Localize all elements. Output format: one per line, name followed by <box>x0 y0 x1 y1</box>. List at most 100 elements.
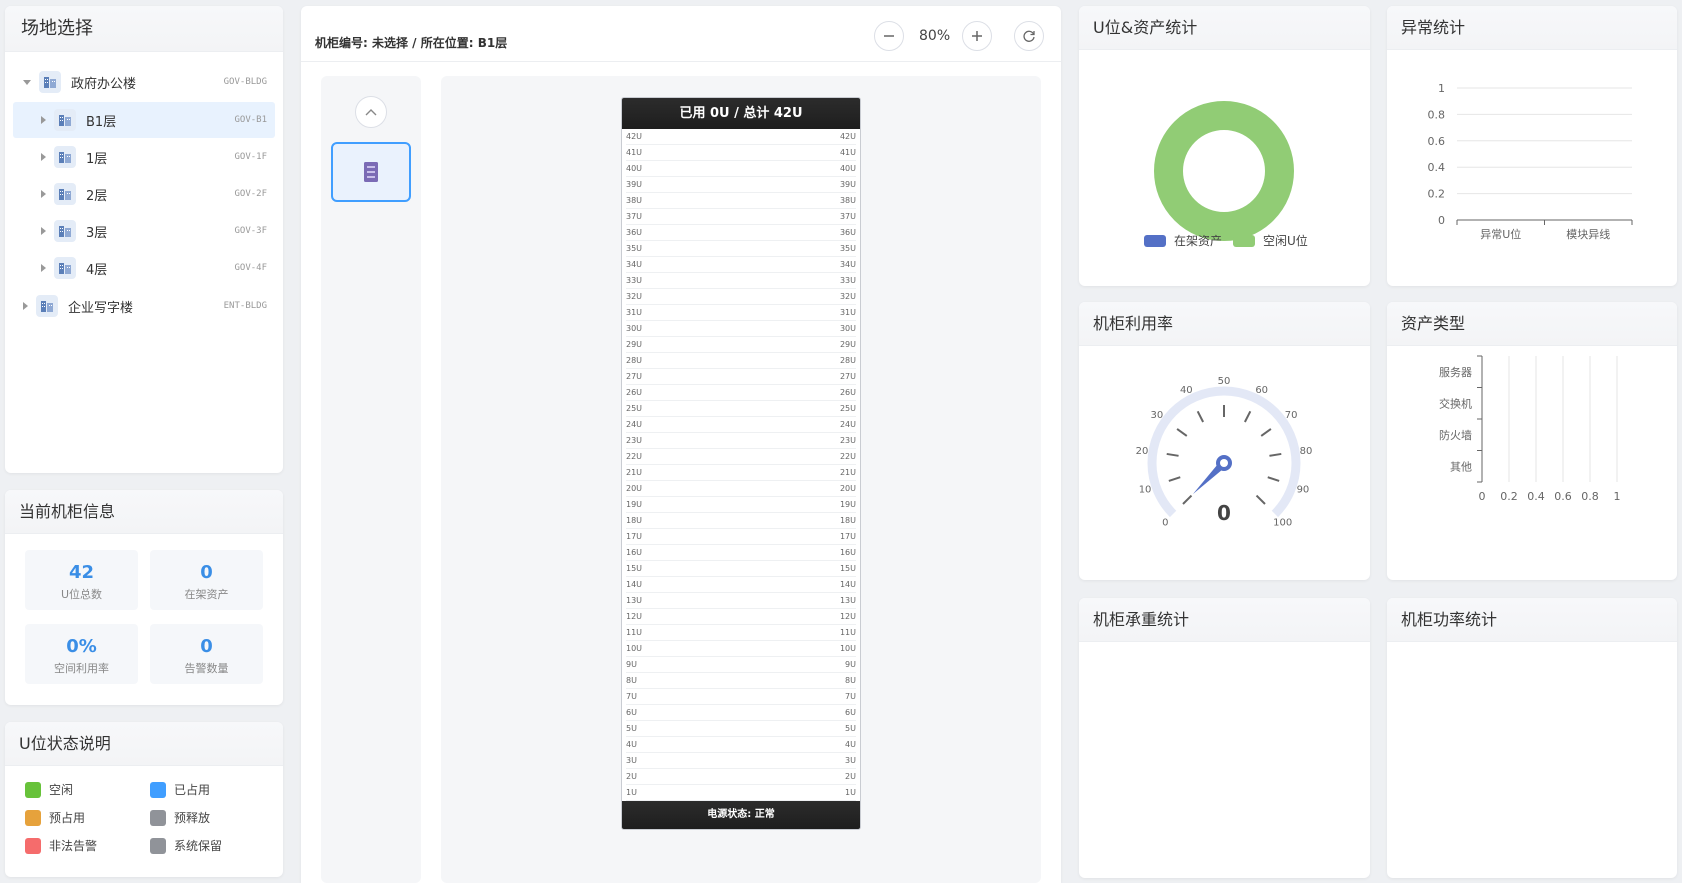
rack-u-slot[interactable]: 24U 24U <box>626 417 856 433</box>
zoom-in-button[interactable] <box>962 21 992 51</box>
rack-u-slot[interactable]: 31U 31U <box>626 305 856 321</box>
rack-u-slot[interactable]: 23U 23U <box>626 433 856 449</box>
u-status-title: U位状态说明 <box>5 722 283 766</box>
zoom-level: 80% <box>919 28 951 44</box>
rack-u-slot[interactable]: 41U 41U <box>626 145 856 161</box>
site-panel-title: 场地选择 <box>5 6 283 52</box>
rack-u-slot[interactable]: 39U 39U <box>626 177 856 193</box>
u-slot-label-left: 24U <box>626 420 643 429</box>
y-tick-label: 0.2 <box>1428 188 1446 201</box>
rack-u-slot[interactable]: 37U 37U <box>626 209 856 225</box>
rack-u-slot[interactable]: 30U 30U <box>626 321 856 337</box>
rack-u-slot[interactable]: 29U 29U <box>626 337 856 353</box>
status-pre-occupied-swatch <box>25 809 41 826</box>
rack-u-slot[interactable]: 14U 14U <box>626 577 856 593</box>
tree-item[interactable]: 3层 GOV-3F <box>13 213 275 249</box>
chevron-up-icon <box>365 109 377 116</box>
rack-u-slot[interactable]: 12U 12U <box>626 609 856 625</box>
rack-u-slot[interactable]: 16U 16U <box>626 545 856 561</box>
rack-u-slot[interactable]: 13U 13U <box>626 593 856 609</box>
caret-right-icon[interactable] <box>41 116 46 124</box>
rack-u-slot[interactable]: 6U 6U <box>626 705 856 721</box>
rack-u-slot[interactable]: 28U 28U <box>626 353 856 369</box>
caret-right-icon[interactable] <box>23 302 28 310</box>
cabinet-toolbar: 机柜编号: 未选择 / 所在位置: B1层 80% <box>301 6 1061 62</box>
refresh-button[interactable] <box>1014 21 1044 51</box>
u-slot-label-left: 27U <box>626 372 643 381</box>
rack-u-slot[interactable]: 8U 8U <box>626 673 856 689</box>
caret-right-icon[interactable] <box>41 190 46 198</box>
status-occupied: 已占用 <box>150 781 210 798</box>
tree-item[interactable]: B1层 GOV-B1 <box>13 102 275 138</box>
rack-u-slot[interactable]: 36U 36U <box>626 225 856 241</box>
rack-u-slot[interactable]: 1U 1U <box>626 785 856 801</box>
caret-right-icon[interactable] <box>41 264 46 272</box>
status-idle-label: 空闲 <box>49 783 74 797</box>
rack-u-slot[interactable]: 19U 19U <box>626 497 856 513</box>
tree-item[interactable]: 2层 GOV-2F <box>13 176 275 212</box>
cabinet-thumbnail[interactable] <box>331 142 411 202</box>
rack-u-slot[interactable]: 26U 26U <box>626 385 856 401</box>
u-slot-label-left: 8U <box>626 676 637 685</box>
u-slot-label-left: 37U <box>626 212 643 221</box>
asset-type-panel: 资产类型 0 0.2 0.4 0.6 0.8 1 服务器 交换机 防火墙 其他 <box>1387 302 1677 580</box>
legend-assets: 在架资产 <box>1144 232 1222 249</box>
rack-u-slot[interactable]: 32U 32U <box>626 289 856 305</box>
gauge-tick <box>1255 494 1266 505</box>
u-slot-label-left: 23U <box>626 436 643 445</box>
rack-u-slot[interactable]: 27U 27U <box>626 369 856 385</box>
rack-u-slot[interactable]: 21U 21U <box>626 465 856 481</box>
scroll-up-button[interactable] <box>355 96 387 128</box>
rack-u-slot[interactable]: 3U 3U <box>626 753 856 769</box>
u-slot-label-left: 22U <box>626 452 643 461</box>
alarm-count-tile: 0 告警数量 <box>150 624 263 684</box>
u-slot-label-left: 10U <box>626 644 643 653</box>
rack-u-slot[interactable]: 20U 20U <box>626 481 856 497</box>
u-status-legend-panel: U位状态说明 空闲 已占用 预占用 预释放 非法告警 系统保留 <box>5 722 283 877</box>
u-slot-label-left: 28U <box>626 356 643 365</box>
rack-u-slot[interactable]: 5U 5U <box>626 721 856 737</box>
rack-u-slot[interactable]: 4U 4U <box>626 737 856 753</box>
assets-label: 在架资产 <box>184 588 229 601</box>
u-slot-label-right: 3U <box>845 756 856 765</box>
tree-item[interactable]: 企业写字楼 ENT-BLDG <box>13 288 275 324</box>
rack-u-slot[interactable]: 18U 18U <box>626 513 856 529</box>
gauge-tick <box>1267 476 1280 482</box>
tree-item[interactable]: 4层 GOV-4F <box>13 250 275 286</box>
u-slot-label-right: 13U <box>839 596 856 605</box>
u-slot-label-right: 21U <box>839 468 856 477</box>
caret-right-icon[interactable] <box>41 153 46 161</box>
rack-u-slot[interactable]: 17U 17U <box>626 529 856 545</box>
u-slot-label-left: 36U <box>626 228 643 237</box>
tree-item-label: 1层 <box>86 151 108 167</box>
cabinet-location-label: 机柜编号: 未选择 / 所在位置: B1层 <box>315 36 508 50</box>
tree-item[interactable]: 政府办公楼 GOV-BLDG <box>13 64 275 100</box>
u-total-value: 42 <box>68 562 95 583</box>
tree-item-label: 企业写字楼 <box>68 300 134 316</box>
caret-down-icon[interactable] <box>23 79 31 85</box>
y-tick-label: 其他 <box>1450 460 1472 473</box>
rack-u-slot[interactable]: 7U 7U <box>626 689 856 705</box>
rack-u-slot[interactable]: 42U 42U <box>626 129 856 145</box>
rack-u-slot[interactable]: 9U 9U <box>626 657 856 673</box>
rack-u-slot[interactable]: 2U 2U <box>626 769 856 785</box>
zoom-out-button[interactable] <box>874 21 904 51</box>
rack-u-slot[interactable]: 38U 38U <box>626 193 856 209</box>
u-slot-label-left: 35U <box>626 244 643 253</box>
caret-right-icon[interactable] <box>41 227 46 235</box>
tree-item[interactable]: 1层 GOV-1F <box>13 139 275 175</box>
x-tick-label: 0.6 <box>1554 490 1572 503</box>
rack-u-slot[interactable]: 35U 35U <box>626 241 856 257</box>
rack-u-slot[interactable]: 22U 22U <box>626 449 856 465</box>
rack-u-slot[interactable]: 34U 34U <box>626 257 856 273</box>
u-slot-label-right: 38U <box>839 196 856 205</box>
rack-u-slot[interactable]: 10U 10U <box>626 641 856 657</box>
rack-u-slot[interactable]: 33U 33U <box>626 273 856 289</box>
y-tick-label: 服务器 <box>1439 366 1472 379</box>
rack-u-slot[interactable]: 11U 11U <box>626 625 856 641</box>
rack-u-slot[interactable]: 15U 15U <box>626 561 856 577</box>
rack-u-slot[interactable]: 40U 40U <box>626 161 856 177</box>
refresh-icon <box>1023 30 1035 42</box>
u-slot-label-left: 1U <box>626 788 637 797</box>
rack-u-slot[interactable]: 25U 25U <box>626 401 856 417</box>
